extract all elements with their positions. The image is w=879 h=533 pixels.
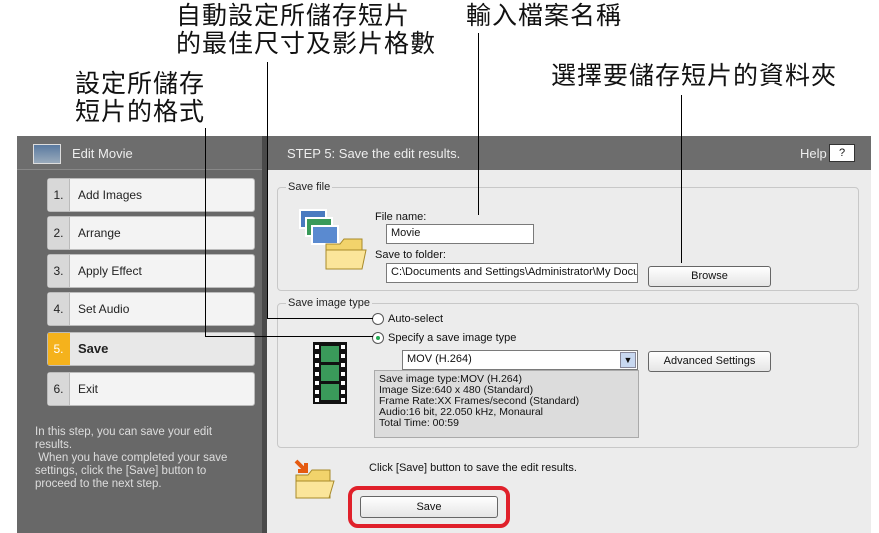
file-name-input[interactable]: Movie (386, 224, 534, 244)
help-button[interactable]: ? (829, 144, 855, 162)
help-label: Help (800, 146, 827, 161)
step-label: Apply Effect (78, 264, 142, 278)
specify-type-label: Specify a save image type (388, 332, 517, 344)
images-folder-icon (299, 209, 367, 270)
left-panel-title: Edit Movie (72, 146, 133, 161)
step-arrange[interactable]: 2. Arrange (47, 216, 255, 250)
step-label: Exit (78, 382, 99, 396)
auto-select-label: Auto-select (388, 313, 444, 325)
annotation-format: 設定所儲存 短片的格式 (75, 70, 205, 126)
chevron-down-icon[interactable]: ▼ (620, 352, 636, 368)
step-number: 4. (48, 293, 70, 325)
info-line: Total Time: 00:59 (379, 417, 459, 429)
step-description: In this step, you can save your edit res… (35, 426, 228, 490)
save-button[interactable]: Save (360, 496, 498, 518)
specify-type-radio[interactable] (372, 332, 384, 344)
save-folder-icon (294, 459, 335, 499)
leader-format-h (205, 336, 373, 337)
save-hint: Click [Save] button to save the edit res… (369, 462, 577, 474)
image-type-select-value: MOV (H.264) (407, 353, 472, 365)
step-number: 1. (48, 179, 70, 211)
advanced-settings-button[interactable]: Advanced Settings (648, 351, 771, 372)
step-set-audio[interactable]: 4. Set Audio (47, 292, 255, 326)
step-title: STEP 5: Save the edit results. (287, 146, 461, 161)
annotation-format-line2: 短片的格式 (75, 97, 206, 126)
leader-filename-v (478, 33, 479, 215)
step-number: 5. (48, 333, 70, 365)
image-type-select[interactable]: MOV (H.264) ▼ (402, 350, 638, 370)
right-panel-header: STEP 5: Save the edit results. Help ? (267, 136, 871, 170)
image-type-info: Save image type:MOV (H.264) Image Size:6… (374, 370, 639, 438)
auto-select-radio[interactable] (372, 313, 384, 325)
leader-autosize-h (267, 318, 373, 319)
step-label: Add Images (78, 188, 143, 202)
edit-movie-icon (33, 144, 61, 164)
step-label: Save (78, 341, 109, 356)
right-panel: STEP 5: Save the edit results. Help ? Sa… (267, 136, 871, 533)
annotation-auto-size-line1: 自動設定所儲存短片 (176, 1, 411, 30)
file-name-label: File name: (375, 211, 427, 223)
step-save[interactable]: 5. Save (47, 332, 255, 366)
leader-autosize-v (267, 62, 268, 319)
app-window: Edit Movie 1. Add Images 2. Arrange 3. Appl… (17, 136, 871, 533)
folder-path-input[interactable]: C:\Documents and Settings\Administrator\… (386, 263, 638, 283)
save-file-group: Save file File name: Movie Save to folde… (277, 181, 859, 291)
step-label: Arrange (78, 226, 121, 240)
left-panel: Edit Movie 1. Add Images 2. Arrange 3. Appl… (17, 136, 262, 533)
annotation-folder: 選擇要儲存短片的資料夾 (551, 61, 838, 90)
save-to-folder-label: Save to folder: (375, 249, 446, 261)
step-number: 6. (48, 373, 70, 405)
leader-format-v (205, 128, 206, 337)
browse-button[interactable]: Browse (648, 266, 771, 287)
annotation-auto-size-line2: 的最佳尺寸及影片格數 (176, 29, 437, 58)
step-number: 3. (48, 255, 70, 287)
film-strip-icon (313, 342, 347, 404)
step-add-images[interactable]: 1. Add Images (47, 178, 255, 212)
save-image-type-group-title: Save image type (286, 297, 372, 309)
leader-folder-v (681, 95, 682, 263)
left-panel-header: Edit Movie (17, 136, 262, 170)
annotation-filename: 輸入檔案名稱 (466, 1, 623, 30)
step-exit[interactable]: 6. Exit (47, 372, 255, 406)
step-apply-effect[interactable]: 3. Apply Effect (47, 254, 255, 288)
annotation-format-line1: 設定所儲存 (75, 69, 206, 98)
step-label: Set Audio (78, 302, 130, 316)
annotation-auto-size: 自動設定所儲存短片 的最佳尺寸及影片格數 (176, 2, 436, 58)
step-number: 2. (48, 217, 70, 249)
save-button-highlight: Save (348, 486, 510, 528)
save-file-group-title: Save file (286, 181, 333, 193)
